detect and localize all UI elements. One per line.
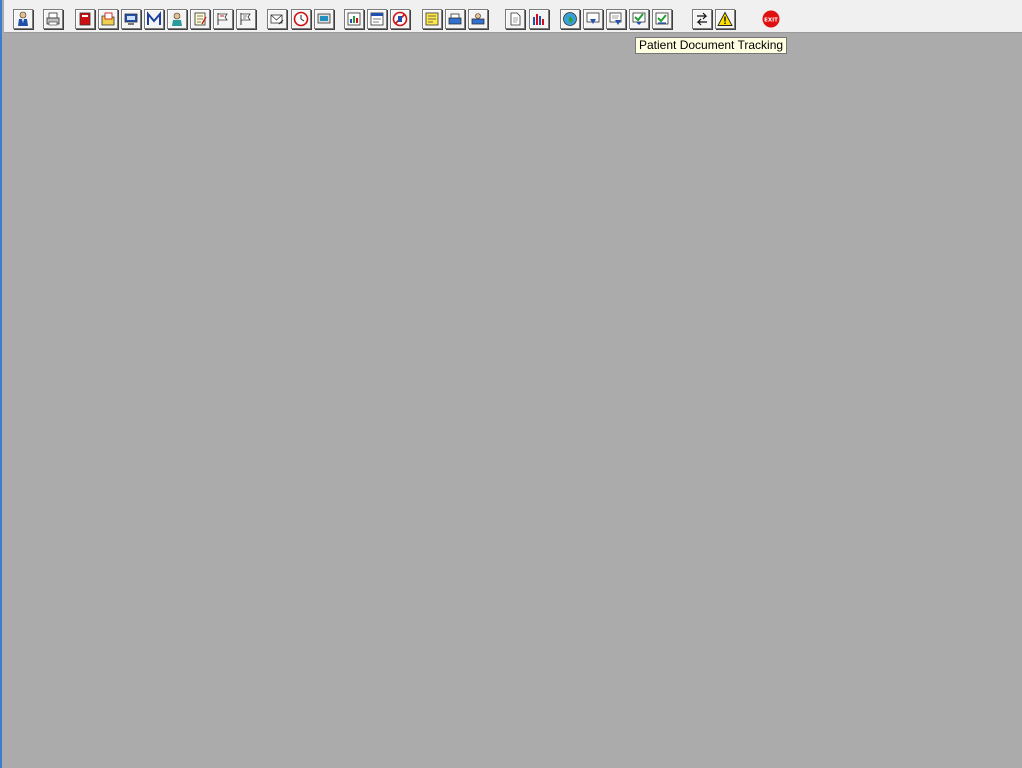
document-tracking-button[interactable] [606,9,626,29]
sticky-note-button[interactable] [422,9,442,29]
notepad-icon [194,12,207,26]
flag-button-2[interactable] [236,9,256,29]
screen-icon [317,13,331,24]
tooltip: Patient Document Tracking [635,37,788,54]
open-folder-button[interactable] [98,9,118,29]
document-green-check-icon [655,12,669,25]
sticky-note-icon [425,12,439,26]
printer-icon [46,12,60,26]
globe-button[interactable] [560,9,580,29]
no-entry-button[interactable] [390,9,410,29]
chart-window-icon [347,12,361,26]
patient-button[interactable] [13,9,33,29]
warning-icon [717,11,733,26]
no-entry-icon [392,11,408,27]
doctor-icon [172,12,182,26]
document-down-arrow-icon [586,12,600,24]
form-window-icon [370,12,384,26]
document-tracking-icon [609,12,622,25]
exit-button[interactable]: EXIT [761,9,781,29]
exit-label: EXIT [764,17,778,23]
m-icon [147,11,161,25]
red-book-button[interactable] [75,9,95,29]
patient-icon [18,11,28,26]
flag-button-1[interactable] [213,9,233,29]
monitor-button[interactable] [121,9,141,29]
workspace-area [4,33,1022,768]
document-green-check-button[interactable] [652,9,672,29]
print-button[interactable] [43,9,63,29]
red-book-icon [79,12,91,26]
screen-button[interactable] [314,9,334,29]
transfer-button[interactable] [692,9,712,29]
flag-icon [240,13,251,25]
exit-icon: EXIT [762,10,780,28]
globe-icon [563,12,577,26]
chart-window-button[interactable] [344,9,364,29]
bar-chart-button[interactable] [529,9,549,29]
main-toolbar: EXIT [4,7,1022,33]
doctor-button[interactable] [167,9,187,29]
envelope-button[interactable] [267,9,287,29]
clock-button[interactable] [291,9,311,29]
scanner-button[interactable] [468,9,488,29]
document-button[interactable] [505,9,525,29]
fax-button[interactable] [445,9,465,29]
envelope-icon [270,14,284,25]
document-down-button[interactable] [583,9,603,29]
warning-button[interactable] [715,9,735,29]
form-window-button[interactable] [367,9,387,29]
document-icon [510,12,521,26]
open-folder-icon [101,12,115,26]
fax-icon [448,13,462,25]
bar-chart-icon [533,14,544,25]
transfer-arrows-icon [696,12,708,26]
scanner-icon [471,13,485,25]
flag-icon [217,13,228,25]
document-green-button[interactable] [629,9,649,29]
m-button[interactable] [144,9,164,29]
application-window: EXIT Patient Document Tracking [0,0,1022,768]
document-green-icon [632,12,646,25]
monitor-icon [124,13,138,25]
clock-icon [293,11,309,27]
notepad-button[interactable] [190,9,210,29]
